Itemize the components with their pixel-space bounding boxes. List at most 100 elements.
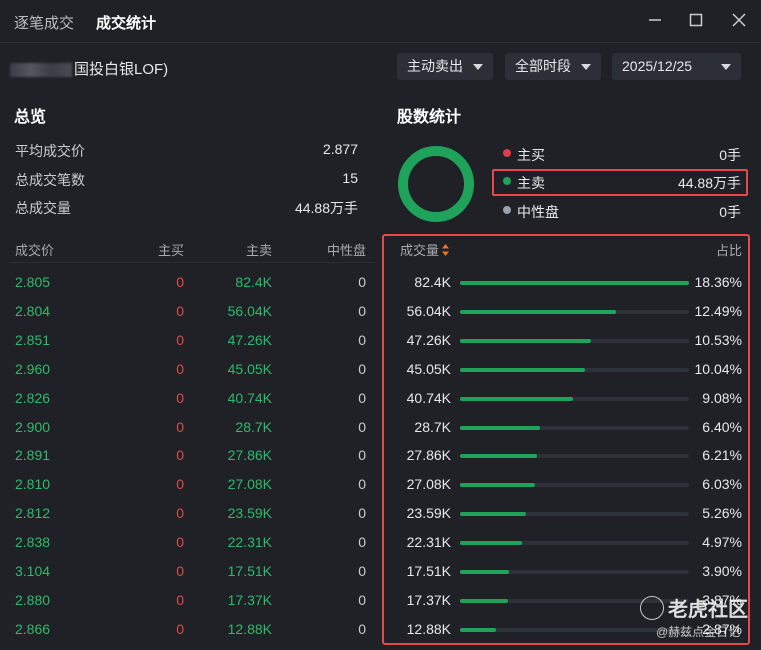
trade-count-value: 15 [342, 170, 358, 186]
period-dropdown-label: 全部时段 [515, 58, 571, 74]
table-row[interactable]: 2.891 0 27.86K 0 27.86K 6.21% [0, 441, 761, 470]
legend-buy: 主买 0手 [503, 143, 743, 165]
sell-cell: 27.08K [227, 476, 272, 493]
table-row[interactable]: 2.810 0 27.08K 0 27.08K 6.03% [0, 470, 761, 499]
period-dropdown[interactable]: 全部时段 [505, 53, 601, 80]
buy-cell: 0 [176, 274, 184, 290]
header-buy[interactable]: 主买 [158, 240, 184, 259]
header-neutral[interactable]: 中性盘 [327, 240, 366, 259]
overview-title: 总览 [14, 109, 47, 126]
price-cell: 2.838 [15, 534, 51, 551]
ratio-cell: 10.04% [694, 360, 742, 377]
header-price[interactable]: 成交价 [15, 240, 54, 259]
volume-bar [460, 627, 496, 632]
sell-cell: 56.04K [227, 302, 272, 319]
price-cell: 2.891 [15, 447, 51, 464]
volume-bar [460, 281, 689, 285]
close-icon[interactable] [729, 10, 749, 30]
sell-cell: 27.86K [227, 447, 272, 464]
volume-bar-track [460, 570, 689, 574]
header-sell[interactable]: 主卖 [246, 240, 272, 259]
legend-buy-dot [503, 149, 511, 157]
table-row[interactable]: 2.900 0 28.7K 0 28.7K 6.40% [0, 413, 761, 442]
table-row[interactable]: 2.826 0 40.74K 0 40.74K 9.08% [0, 384, 761, 413]
date-dropdown[interactable]: 2025/12/25 [612, 53, 741, 80]
neutral-cell: 0 [358, 476, 366, 493]
volume-bar-track [460, 309, 689, 314]
volume-bar-track [460, 541, 689, 546]
volume-cell: 27.86K [406, 447, 451, 464]
volume-bar-track [460, 338, 689, 343]
watermark-subtitle: @赫兹点金日记 [656, 625, 741, 639]
table-row[interactable]: 2.851 0 47.26K 0 47.26K 10.53% [0, 326, 761, 355]
avg-price-value: 2.877 [322, 141, 358, 157]
buy-cell: 0 [176, 591, 184, 608]
table-row[interactable]: 2.812 0 23.59K 0 23.59K 5.26% [0, 499, 761, 528]
direction-dropdown[interactable]: 主动卖出 [397, 53, 493, 80]
price-cell: 2.880 [15, 591, 51, 608]
sort-icon[interactable] [442, 244, 450, 259]
neutral-cell: 0 [358, 505, 366, 522]
volume-cell: 17.51K [406, 563, 451, 579]
ratio-cell: 5.26% [702, 505, 742, 522]
neutral-cell: 0 [358, 302, 366, 319]
maximize-icon[interactable] [686, 10, 706, 30]
volume-bar [460, 598, 509, 603]
tab-tick-trades[interactable]: 逐笔成交 [14, 12, 74, 33]
ratio-cell: 9.08% [702, 389, 742, 406]
price-cell: 2.900 [15, 418, 51, 435]
minimize-icon[interactable] [645, 10, 665, 30]
tab-trade-stats[interactable]: 成交统计 [96, 12, 156, 33]
header-volume[interactable]: 成交量 [400, 240, 450, 259]
sell-cell: 12.88K [227, 620, 272, 637]
chevron-down-icon [473, 64, 483, 70]
legend-neutral-value: 0手 [719, 204, 741, 220]
neutral-cell: 0 [358, 331, 366, 348]
table-row[interactable]: 2.960 0 45.05K 0 45.05K 10.04% [0, 355, 761, 384]
volume-bar-track [460, 454, 689, 459]
volume-bar [460, 570, 509, 574]
neutral-cell: 0 [358, 389, 366, 406]
title-bar: 逐笔成交 成交统计 [0, 0, 761, 43]
ratio-cell: 4.97% [702, 534, 742, 551]
buy-cell: 0 [176, 563, 184, 579]
neutral-cell: 0 [358, 418, 366, 435]
ratio-cell: 12.49% [694, 302, 742, 319]
share-stats-title: 股数统计 [397, 109, 462, 126]
table-row[interactable]: 3.104 0 17.51K 0 17.51K 3.90% [0, 557, 761, 586]
volume-bar [460, 338, 592, 343]
buy-cell: 0 [176, 302, 184, 319]
buy-cell: 0 [176, 476, 184, 493]
neutral-cell: 0 [358, 534, 366, 551]
table-row[interactable]: 2.838 0 22.31K 0 22.31K 4.97% [0, 528, 761, 557]
neutral-cell: 0 [358, 274, 366, 290]
sell-cell: 47.26K [227, 331, 272, 348]
volume-cell: 45.05K [406, 360, 451, 377]
total-volume-label: 总成交量 [15, 200, 71, 216]
volume-bar-track [460, 367, 689, 372]
volume-bar-track [460, 425, 689, 430]
price-cell: 2.960 [15, 360, 51, 377]
volume-bar-track [460, 512, 689, 517]
ratio-cell: 3.90% [702, 563, 742, 579]
price-cell: 2.810 [15, 476, 51, 493]
sell-cell: 82.4K [235, 274, 272, 290]
chevron-down-icon [721, 64, 731, 70]
table-row[interactable]: 2.804 0 56.04K 0 56.04K 12.49% [0, 297, 761, 326]
total-volume-value: 44.88万手 [294, 200, 358, 216]
price-cell: 2.804 [15, 302, 51, 319]
volume-bar [460, 483, 536, 488]
ratio-cell: 6.03% [702, 476, 742, 493]
header-ratio[interactable]: 占比 [716, 240, 742, 259]
sell-cell: 45.05K [227, 360, 272, 377]
sell-cell: 40.74K [227, 389, 272, 406]
volume-cell: 28.7K [414, 418, 451, 435]
tiger-logo-icon [640, 596, 664, 620]
volume-bar-track [460, 396, 689, 401]
neutral-cell: 0 [358, 360, 366, 377]
sell-cell: 17.51K [227, 563, 272, 579]
price-cell: 2.812 [15, 505, 51, 522]
table-row[interactable]: 2.805 0 82.4K 0 82.4K 18.36% [0, 268, 761, 297]
volume-bar [460, 425, 540, 430]
volume-cell: 40.74K [406, 389, 451, 406]
